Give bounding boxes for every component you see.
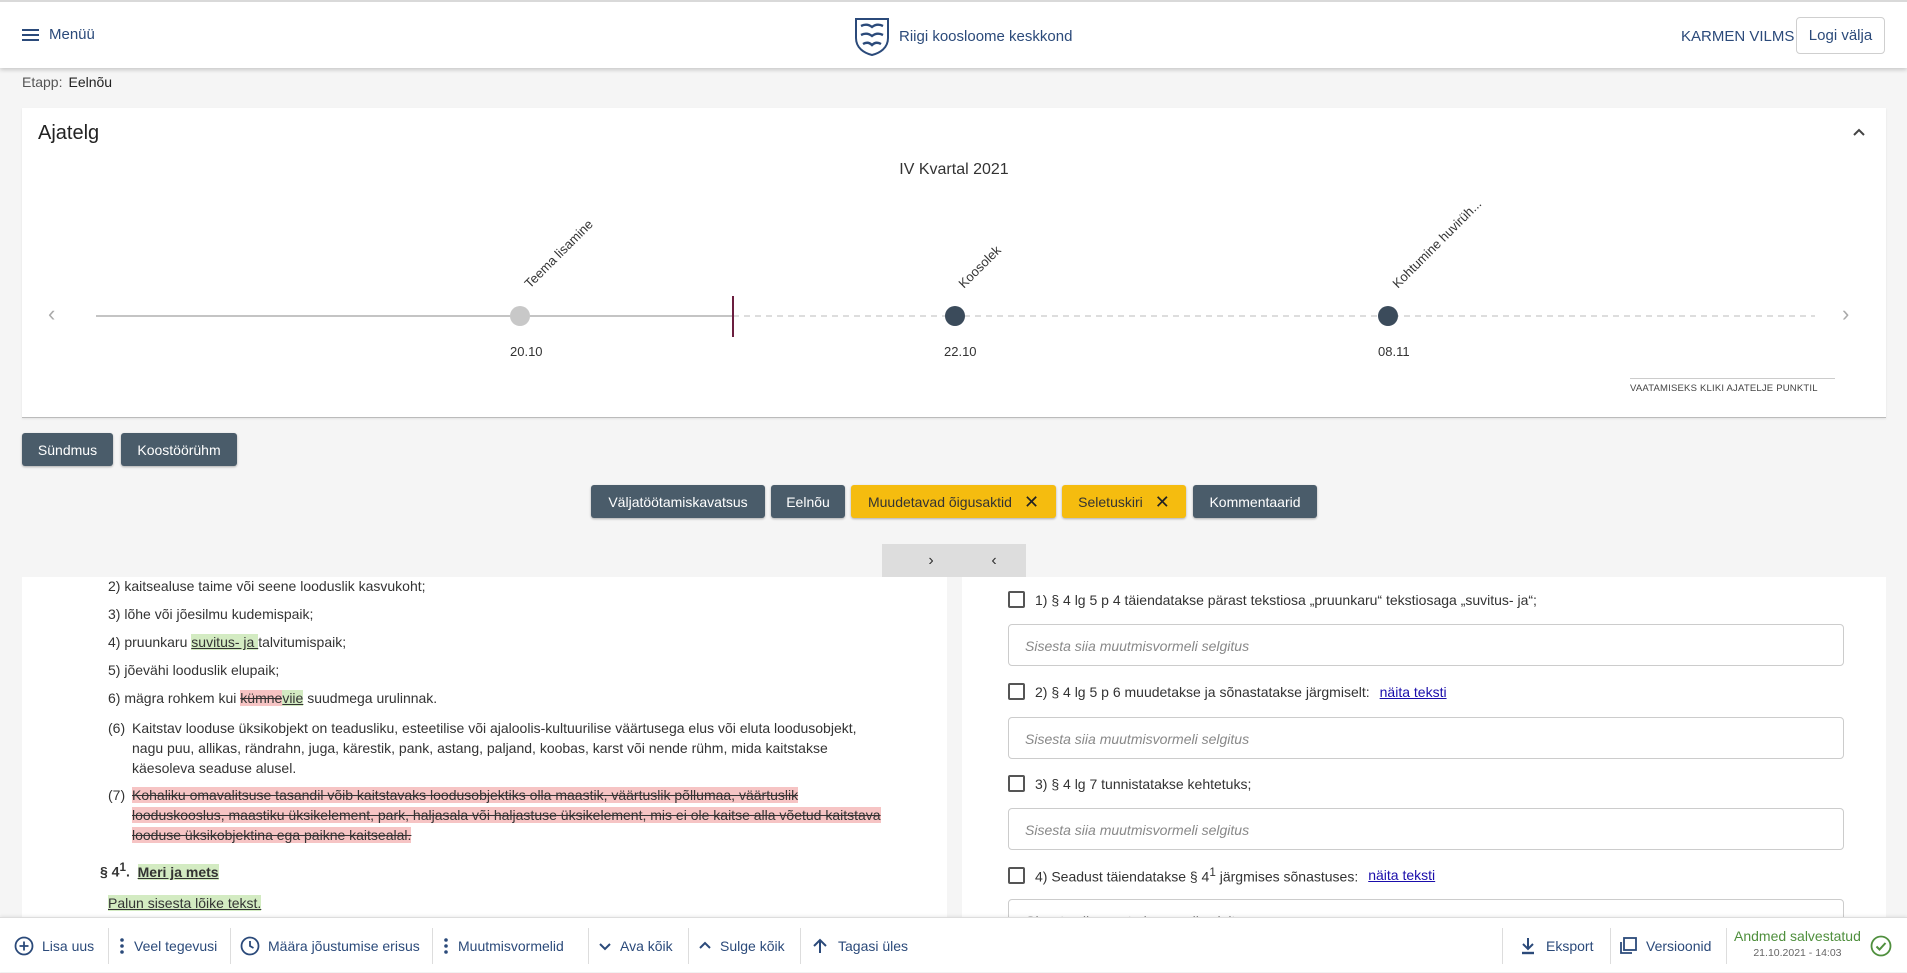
versions-icon [1620, 936, 1637, 954]
effective-date-button[interactable]: Määra jõustumise erisus [240, 918, 420, 973]
inserted-text[interactable]: viie [282, 690, 304, 706]
timeline-event-date: 20.10 [510, 344, 543, 359]
save-status: Andmed salvestatud 21.10.2021 - 14:03 [1734, 928, 1861, 959]
list-item: 6) mägra rohkem kui kümneviie suudmega u… [108, 690, 438, 706]
app-header: Menüü Riigi koosloome keskkond KARMEN VI… [0, 0, 1907, 68]
amendment-row: 1) § 4 lg 5 p 4 täiendatakse pärast teks… [1008, 591, 1537, 608]
amendment-row: 2) § 4 lg 5 p 6 muudetakse ja sõnastatak… [1008, 683, 1447, 700]
save-status-time: 21.10.2021 - 14:03 [1753, 947, 1842, 959]
paragraph: (7) Kohaliku omavalitsuse tasandil võib … [108, 787, 881, 843]
filter-development-plan[interactable]: Väljatöötamiskavatsus [591, 485, 765, 518]
filter-label: Seletuskiri [1078, 493, 1143, 510]
hamburger-icon [22, 28, 39, 41]
timeline-hint: VAATAMISEKS KLIKI AJATELJE PUNKTIL [1630, 378, 1835, 394]
filter-explanatory-note[interactable]: Seletuskiri ✕ [1062, 485, 1186, 518]
list-item: 2) kaitsealuse taime või seene looduslik… [108, 578, 426, 594]
open-all-button[interactable]: Ava kõik [598, 918, 673, 973]
save-status-text: Andmed salvestatud [1734, 928, 1861, 944]
add-new-button[interactable]: Lisa uus [14, 918, 94, 973]
amendment-checkbox[interactable] [1008, 866, 1025, 884]
amendment-checkbox[interactable] [1008, 591, 1025, 608]
brand-name: Riigi koosloome keskkond [899, 27, 1073, 45]
list-item: 4) pruunkaru suvitus- ja talvitumispaik; [108, 634, 347, 650]
more-actions-button[interactable]: Veel tegevusi [118, 918, 217, 973]
paragraph-prompt[interactable]: Palun sisesta lõike tekst. [108, 895, 262, 911]
list-item: 5) jõevähi looduslik elupaik; [108, 662, 280, 678]
close-icon[interactable]: ✕ [1155, 493, 1170, 511]
chevron-left-icon: ‹ [991, 551, 997, 569]
timeline-point-2[interactable] [945, 306, 965, 326]
amendment-checkbox[interactable] [1008, 683, 1025, 700]
stage-label: Etapp: [22, 74, 63, 90]
check-circle-icon [1870, 935, 1892, 957]
working-group-button[interactable]: Koostöörühm [121, 433, 237, 466]
amendments-panel: 1) § 4 lg 5 p 4 täiendatakse pärast teks… [962, 577, 1886, 917]
timeline-point-3[interactable] [1378, 306, 1398, 326]
menu-label: Menüü [49, 26, 95, 43]
close-all-button[interactable]: Sulge kõik [698, 918, 785, 973]
timeline-event-date: 22.10 [944, 344, 977, 359]
show-text-link[interactable]: näita teksti [1380, 684, 1447, 700]
explanation-input[interactable]: Sisesta siia muutmisvormeli selgitus [1008, 717, 1844, 759]
close-icon[interactable]: ✕ [1024, 493, 1039, 511]
bottom-toolbar: Lisa uus Veel tegevusi Määra jõustumise … [0, 917, 1907, 972]
arrow-up-icon [813, 938, 827, 953]
stage-info: Etapp: Eelnõu [22, 74, 112, 90]
back-to-top-button[interactable]: Tagasi üles [810, 918, 908, 973]
amendment-forms-button[interactable]: Muutmisvormelid [442, 918, 564, 973]
explanation-input[interactable]: Sisesta siia muutmisvormeli selgitus [1008, 624, 1844, 666]
explanation-input[interactable]: Sisesta siia muutmisvormeli selgitus [1008, 899, 1844, 917]
brand[interactable]: Riigi koosloome keskkond [853, 16, 1072, 56]
paragraph: (6) Kaitstav looduse üksikobjekt on tead… [108, 720, 857, 776]
download-icon [1522, 937, 1534, 954]
show-text-link[interactable]: näita teksti [1368, 867, 1435, 883]
timeline-track [96, 296, 1815, 337]
section-heading: § 41. Meri ja mets [100, 861, 219, 880]
explanation-input[interactable]: Sisesta siia muutmisvormeli selgitus [1008, 808, 1844, 850]
user-name[interactable]: KARMEN VILMS [1681, 28, 1794, 45]
timeline-point-1[interactable] [510, 306, 530, 326]
section-title[interactable]: Meri ja mets [137, 863, 219, 880]
filter-draft[interactable]: Eelnõu [771, 485, 845, 518]
timeline-event-date: 08.11 [1378, 344, 1410, 359]
chevron-down-icon [599, 942, 611, 950]
stage-value: Eelnõu [68, 74, 113, 90]
event-button[interactable]: Sündmus [22, 433, 113, 466]
chevron-right-icon: › [928, 551, 934, 569]
list-item: 3) lõhe või jõesilmu kudemispaik; [108, 606, 314, 622]
add-circle-icon [14, 936, 34, 955]
deleted-text[interactable]: kümne [240, 690, 283, 706]
versions-button[interactable]: Versioonid [1618, 918, 1711, 973]
amendment-row: 3) § 4 lg 7 tunnistatakse kehtetuks; [1008, 775, 1251, 792]
amendment-checkbox[interactable] [1008, 775, 1025, 792]
filter-label: Muudetavad õigusaktid [867, 493, 1012, 510]
expand-left-button[interactable]: ‹ [962, 544, 1026, 577]
menu-button[interactable]: Menüü [22, 26, 95, 43]
document-panel: 2) kaitsealuse taime või seene looduslik… [22, 577, 947, 917]
chevron-up-icon [699, 941, 711, 949]
export-button[interactable]: Eksport [1518, 918, 1593, 973]
deleted-text[interactable]: Kohaliku omavalitsuse tasandil võib kait… [132, 787, 881, 843]
logout-button[interactable]: Logi välja [1796, 17, 1885, 54]
state-crest-icon [855, 18, 889, 56]
more-vert-icon [120, 937, 124, 954]
inserted-text[interactable]: suvitus- ja [191, 634, 259, 650]
clock-icon [240, 936, 260, 955]
timeline-card: Ajatelg IV Kvartal 2021 ‹ › Teema lisami… [22, 108, 1886, 418]
more-vert-icon [444, 937, 448, 954]
filter-comments[interactable]: Kommentaarid [1193, 485, 1317, 518]
amendment-row: 4) Seadust täiendatakse § 41 järgmises s… [1008, 866, 1435, 885]
filter-amended-acts[interactable]: Muudetavad õigusaktid ✕ [851, 485, 1056, 518]
